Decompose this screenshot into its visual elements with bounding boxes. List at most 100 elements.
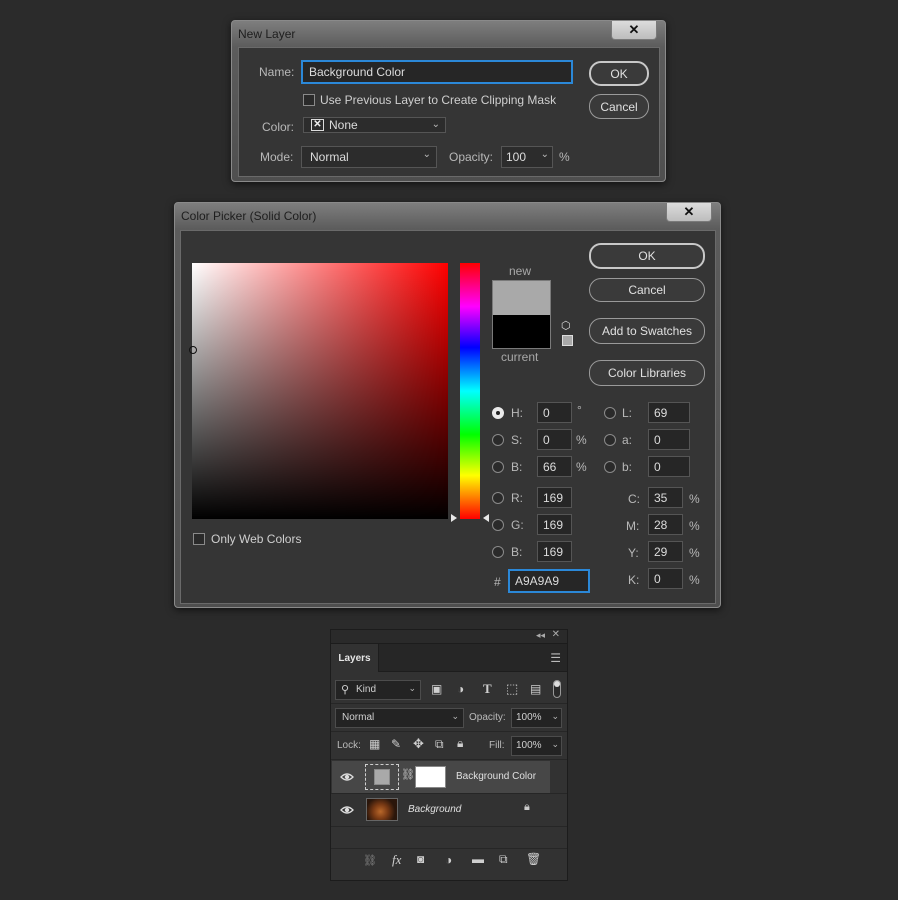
b-lab-input[interactable]: 0 bbox=[648, 456, 690, 477]
layer-name[interactable]: Background Color bbox=[456, 771, 536, 782]
y-input[interactable]: 29 bbox=[648, 541, 683, 562]
panel-header[interactable]: ◂◂ ✕ bbox=[331, 629, 567, 644]
color-picker-titlebar[interactable]: Color Picker (Solid Color) ✕ bbox=[175, 203, 720, 229]
trash-icon[interactable]: 🗑︎ bbox=[526, 852, 541, 866]
only-web-colors-checkbox[interactable] bbox=[193, 533, 205, 545]
filter-kind-value: Kind bbox=[356, 684, 377, 695]
new-group-icon[interactable]: ▬ bbox=[472, 852, 484, 866]
cancel-button[interactable]: Cancel bbox=[589, 94, 649, 119]
a-radio[interactable] bbox=[604, 434, 616, 446]
name-input[interactable]: Background Color bbox=[301, 60, 573, 84]
hex-input[interactable]: A9A9A9 bbox=[508, 569, 590, 593]
current-color-swatch[interactable] bbox=[492, 315, 551, 349]
lock-move-icon[interactable]: ✥ bbox=[413, 736, 424, 752]
type-filter-icon[interactable]: T bbox=[483, 681, 492, 697]
opacity-label: Opacity: bbox=[469, 712, 506, 723]
blend-mode-value: Normal bbox=[342, 712, 375, 723]
opacity-label: Opacity: bbox=[449, 150, 494, 164]
lock-transparency-icon[interactable]: ▦ bbox=[369, 737, 380, 751]
chevron-down-icon: ⌄ bbox=[408, 683, 416, 693]
hue-slider[interactable] bbox=[460, 263, 480, 519]
c-input[interactable]: 35 bbox=[648, 487, 683, 508]
adjustment-filter-icon[interactable]: ◑ bbox=[457, 682, 464, 696]
b-lab-radio[interactable] bbox=[604, 461, 616, 473]
fill-color-swatch bbox=[374, 769, 390, 785]
new-layer-titlebar[interactable]: New Layer ✕ bbox=[232, 21, 665, 47]
chevron-down-icon[interactable]: ⌄ bbox=[551, 711, 559, 722]
chevron-down-icon: ⌄ bbox=[451, 711, 459, 721]
new-layer-icon[interactable]: ⧉ bbox=[499, 852, 508, 867]
h-input[interactable]: 0 bbox=[537, 402, 572, 423]
image-filter-icon[interactable]: ▣ bbox=[431, 682, 442, 696]
layer-row[interactable]: Background 🔒︎ bbox=[332, 794, 550, 826]
blend-mode-dropdown[interactable]: Normal ⌄ bbox=[335, 708, 464, 728]
l-input[interactable]: 69 bbox=[648, 402, 690, 423]
lock-all-icon[interactable]: 🔒︎ bbox=[457, 736, 463, 751]
red-radio[interactable] bbox=[492, 492, 504, 504]
fx-icon[interactable]: fx bbox=[392, 852, 401, 868]
saturation-radio[interactable] bbox=[492, 434, 504, 446]
a-input[interactable]: 0 bbox=[648, 429, 690, 450]
opacity-input[interactable]: 100% ⌄ bbox=[511, 708, 562, 728]
b-input[interactable]: 66 bbox=[537, 456, 572, 477]
close-icon: ✕ bbox=[683, 204, 695, 219]
panel-menu-icon[interactable]: ☰ bbox=[550, 651, 561, 665]
web-safe-swatch-icon[interactable] bbox=[562, 335, 573, 346]
cancel-button[interactable]: Cancel bbox=[589, 278, 705, 302]
color-field[interactable] bbox=[189, 263, 448, 519]
chevron-down-icon[interactable]: ⌄ bbox=[541, 149, 549, 160]
clipping-mask-checkbox[interactable] bbox=[303, 94, 315, 106]
chevron-down-icon[interactable]: ⌄ bbox=[551, 739, 559, 750]
ok-button[interactable]: OK bbox=[589, 243, 705, 269]
y-label: Y: bbox=[628, 546, 639, 560]
green-radio[interactable] bbox=[492, 519, 504, 531]
add-to-swatches-button[interactable]: Add to Swatches bbox=[589, 318, 705, 344]
fill-input[interactable]: 100% ⌄ bbox=[511, 736, 562, 756]
hue-radio[interactable] bbox=[492, 407, 504, 419]
blue-radio[interactable] bbox=[492, 546, 504, 558]
lightness-radio[interactable] bbox=[604, 407, 616, 419]
s-label: S: bbox=[511, 433, 523, 447]
out-of-gamut-cube-icon[interactable]: ⬡ bbox=[561, 319, 571, 332]
current-label: current bbox=[501, 350, 539, 364]
r-input[interactable]: 169 bbox=[537, 487, 572, 508]
layer-name[interactable]: Background bbox=[408, 804, 461, 815]
hue-slider-right-arrow[interactable] bbox=[483, 514, 489, 522]
filter-kind-dropdown[interactable]: ⚲ Kind ⌄ bbox=[335, 680, 421, 700]
color-field-cursor[interactable] bbox=[189, 346, 197, 354]
collapse-icon[interactable]: ◂◂ bbox=[536, 630, 545, 641]
ok-button[interactable]: OK bbox=[589, 61, 649, 86]
eye-icon[interactable] bbox=[340, 770, 354, 784]
eye-icon[interactable] bbox=[340, 803, 354, 817]
m-input[interactable]: 28 bbox=[648, 514, 683, 535]
mode-dropdown[interactable]: Normal ⌄ bbox=[301, 146, 437, 168]
close-icon[interactable]: ✕ bbox=[552, 629, 560, 640]
b-lab-label: b: bbox=[622, 460, 633, 474]
link-layers-icon[interactable]: ⛓ bbox=[363, 854, 377, 867]
layer-thumbnail[interactable] bbox=[365, 764, 399, 790]
add-mask-icon[interactable]: ◙ bbox=[417, 852, 424, 866]
lock-paint-brush-icon[interactable]: ✎ bbox=[391, 737, 401, 751]
color-dropdown[interactable]: ✕ None ⌄ bbox=[303, 117, 446, 133]
smart-object-filter-icon[interactable]: ▤ bbox=[530, 682, 541, 696]
s-input[interactable]: 0 bbox=[537, 429, 572, 450]
link-icon[interactable]: ⛓ bbox=[401, 768, 415, 781]
close-button[interactable]: ✕ bbox=[611, 21, 657, 40]
shape-filter-icon[interactable]: ⬚ bbox=[506, 681, 518, 697]
g-input[interactable]: 169 bbox=[537, 514, 572, 535]
color-libraries-button[interactable]: Color Libraries bbox=[589, 360, 705, 386]
hue-slider-left-arrow[interactable] bbox=[451, 514, 457, 522]
k-input[interactable]: 0 bbox=[648, 568, 683, 589]
layer-row[interactable]: ⛓ Background Color bbox=[332, 761, 550, 793]
layer-thumbnail-photo[interactable] bbox=[366, 798, 398, 821]
layer-mask-thumbnail[interactable] bbox=[415, 766, 446, 788]
blue-input[interactable]: 169 bbox=[537, 541, 572, 562]
new-adjustment-layer-icon[interactable]: ◑ bbox=[445, 853, 452, 867]
tab-layers[interactable]: Layers bbox=[331, 644, 379, 672]
close-button[interactable]: ✕ bbox=[666, 203, 712, 222]
opacity-input[interactable]: 100 ⌄ bbox=[501, 146, 553, 168]
lock-artboard-icon[interactable]: ⧉ bbox=[435, 737, 444, 752]
layers-panel: ◂◂ ✕ Layers ☰ ⚲ Kind ⌄ ▣ ◑ T ⬚ ▤ Normal … bbox=[330, 629, 568, 881]
brightness-radio[interactable] bbox=[492, 461, 504, 473]
c-label: C: bbox=[628, 492, 640, 506]
